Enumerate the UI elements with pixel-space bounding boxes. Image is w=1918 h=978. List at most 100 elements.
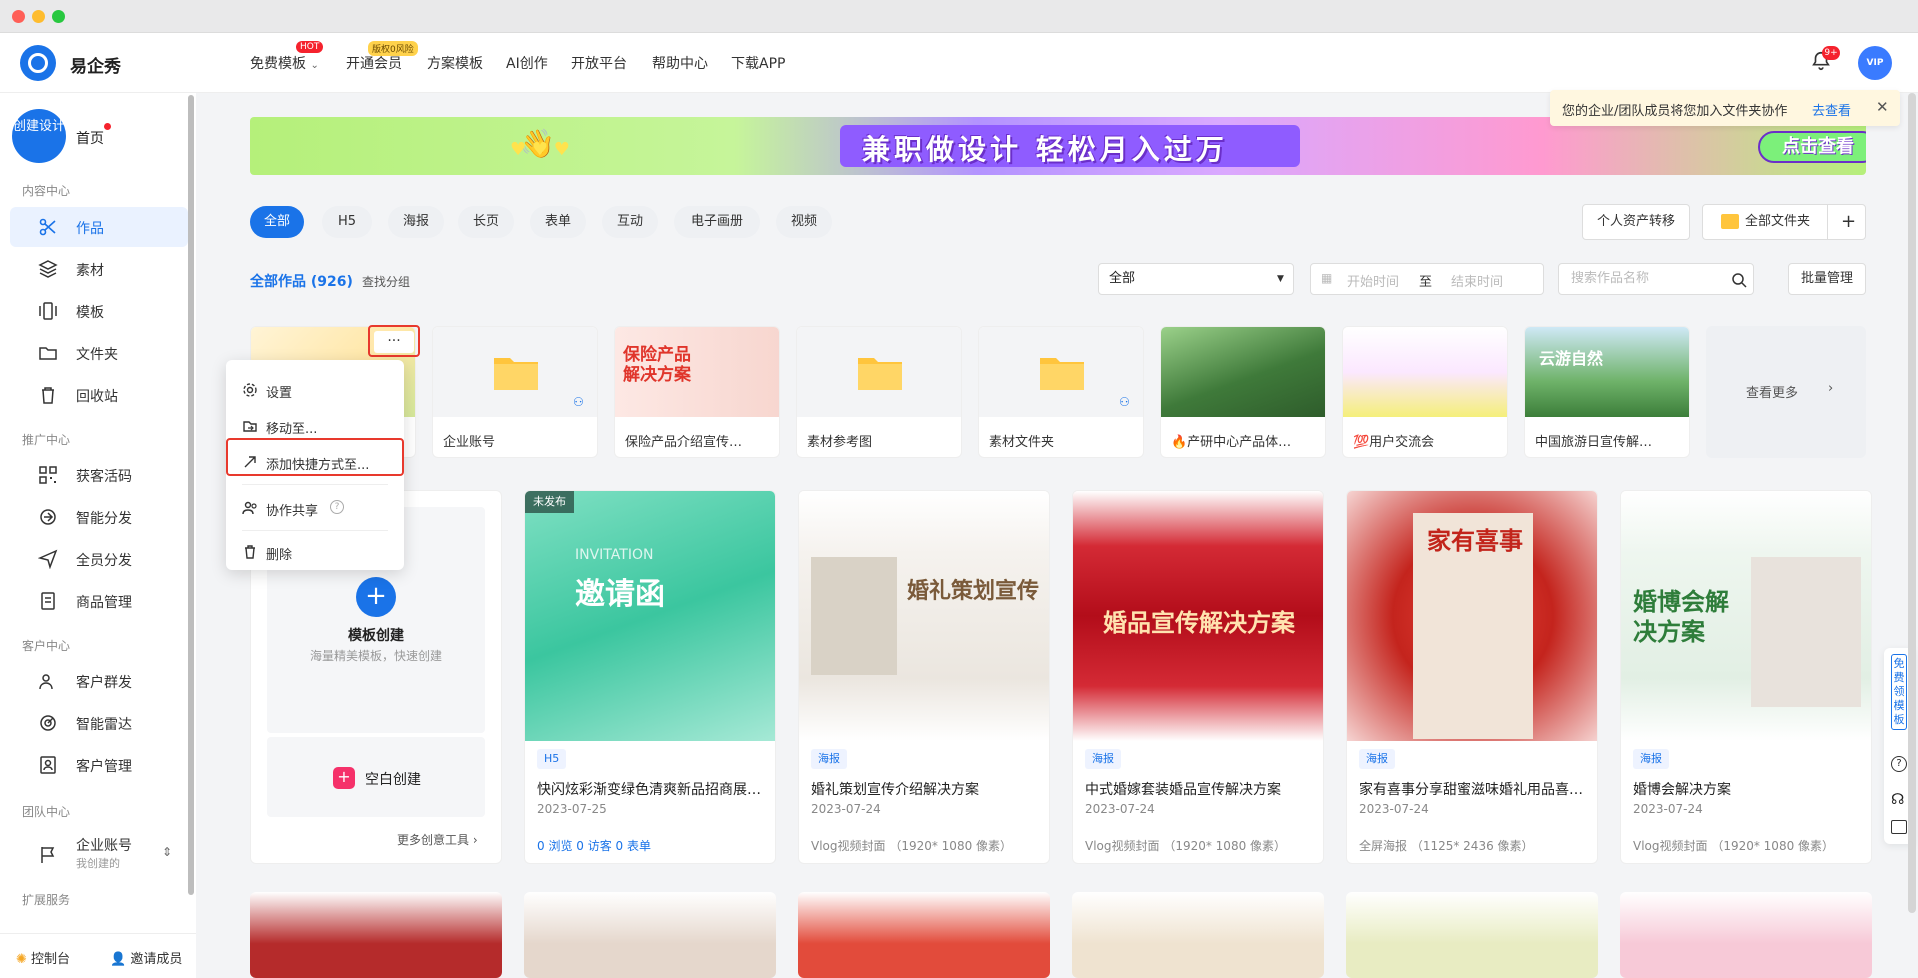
menu-divider bbox=[242, 484, 388, 485]
work-card-partial[interactable] bbox=[524, 892, 776, 978]
feedback-icon[interactable] bbox=[1891, 820, 1907, 834]
tab-long-page[interactable]: 长页 bbox=[458, 206, 514, 238]
work-card-partial[interactable] bbox=[798, 892, 1050, 978]
blank-create-button[interactable]: + 空白创建 bbox=[267, 737, 485, 817]
sidebar-item-works[interactable]: 作品 bbox=[10, 207, 188, 247]
folder-card[interactable]: 保险产品 解决方案 保险产品介绍宣传… bbox=[614, 326, 780, 458]
user-add-icon: 👤 bbox=[110, 952, 127, 967]
close-icon[interactable]: ✕ bbox=[1876, 98, 1889, 116]
date-to: 至 bbox=[1419, 275, 1433, 290]
sidebar-item-folders[interactable]: 文件夹 bbox=[10, 333, 188, 373]
work-card-partial[interactable] bbox=[1620, 892, 1872, 978]
expand-toggle-icon[interactable]: ⇕ bbox=[162, 845, 172, 859]
work-card[interactable]: INVITATION 邀请函 未发布 H5 快闪炫彩渐变绿色清爽新品招商展… 2… bbox=[524, 490, 776, 864]
sidebar-item-recycle-bin[interactable]: 回收站 bbox=[10, 375, 188, 415]
sidebar-item-enterprise-account[interactable]: 企业账号 我创建的 ⇕ bbox=[10, 829, 188, 881]
folder-card[interactable]: 🔥产研中心产品体… bbox=[1160, 326, 1326, 458]
brand-logo-icon[interactable] bbox=[20, 45, 56, 81]
tab-h5[interactable]: H5 bbox=[322, 206, 372, 238]
sidebar-item-smart-distribute[interactable]: 智能分发 bbox=[10, 497, 188, 537]
see-more-card[interactable]: 查看更多 › bbox=[1706, 326, 1866, 458]
work-card[interactable]: 婚品宣传解决方案 海报 中式婚嫁套装婚品宣传解决方案 2023-07-24 Vl… bbox=[1072, 490, 1324, 864]
minimize-window-button[interactable] bbox=[32, 10, 45, 23]
trash-icon bbox=[42, 387, 54, 404]
find-group-link[interactable]: 查找分组 bbox=[362, 273, 410, 290]
asset-transfer-button[interactable]: 个人资产转移 bbox=[1582, 204, 1690, 240]
search-icon[interactable] bbox=[1731, 272, 1747, 288]
sun-icon: ✺ bbox=[16, 952, 27, 967]
folder-card[interactable]: ⚇ 素材文件夹 bbox=[978, 326, 1144, 458]
user-avatar[interactable]: VIP bbox=[1858, 46, 1892, 80]
work-card[interactable]: 家有喜事 海报 家有喜事分享甜蜜滋味婚礼用品喜… 2023-07-24 全屏海报… bbox=[1346, 490, 1598, 864]
work-card[interactable]: 婚博会解决方案 海报 婚博会解决方案 2023-07-24 Vlog视频封面 （… bbox=[1620, 490, 1872, 864]
home-unread-dot bbox=[104, 123, 111, 130]
sidebar-item-materials[interactable]: 素材 bbox=[10, 249, 188, 289]
sidebar-item-customer-broadcast[interactable]: 客户群发 bbox=[10, 661, 188, 701]
tab-form[interactable]: 表单 bbox=[530, 206, 586, 238]
unpublished-tag: 未发布 bbox=[525, 491, 574, 513]
nav-help-center[interactable]: 帮助中心 bbox=[652, 53, 708, 73]
help-icon[interactable]: ? bbox=[1891, 756, 1907, 772]
free-templates-tab[interactable]: 免费领模板 bbox=[1891, 654, 1907, 730]
sidebar-item-product-management[interactable]: 商品管理 bbox=[10, 581, 188, 621]
folder-card[interactable]: 云游自然 中国旅游日宣传解… bbox=[1524, 326, 1690, 458]
more-tools-link[interactable]: 更多创意工具 › bbox=[397, 831, 478, 848]
trash-icon bbox=[245, 545, 255, 559]
folder-icon bbox=[39, 347, 57, 360]
sidebar-item-templates[interactable]: 模板 bbox=[10, 291, 188, 331]
tab-all[interactable]: 全部 bbox=[250, 206, 304, 238]
date-range-picker[interactable]: ▦ 开始时间 至 结束时间 bbox=[1310, 263, 1544, 295]
invite-members-button[interactable]: 👤 邀请成员 bbox=[110, 948, 182, 967]
sidebar-item-customer-management[interactable]: 客户管理 bbox=[10, 745, 188, 785]
batch-manage-button[interactable]: 批量管理 bbox=[1788, 263, 1866, 295]
tab-video[interactable]: 视频 bbox=[776, 206, 832, 238]
folder-thumbnail: ⚇ bbox=[979, 327, 1143, 417]
sidebar-item-all-staff-distribute[interactable]: 全员分发 bbox=[10, 539, 188, 579]
tab-interactive[interactable]: 互动 bbox=[602, 206, 658, 238]
banner-cta-button[interactable]: 点击查看 bbox=[1758, 131, 1866, 163]
plus-icon[interactable]: + bbox=[1841, 205, 1856, 239]
nav-free-templates[interactable]: 免费模板 ⌄ bbox=[250, 53, 319, 73]
nav-membership[interactable]: 开通会员 bbox=[346, 53, 402, 73]
main-scrollbar[interactable] bbox=[1908, 93, 1916, 913]
folder-thumbnail bbox=[797, 327, 961, 417]
folder-card[interactable]: ⚇ 企业账号 bbox=[432, 326, 598, 458]
window-titlebar bbox=[0, 0, 1918, 33]
nav-ai-create[interactable]: AI创作 bbox=[506, 53, 548, 73]
folder-icon bbox=[1721, 214, 1739, 229]
work-card-partial[interactable] bbox=[1346, 892, 1598, 978]
folder-thumbnail: ⚇ bbox=[433, 327, 597, 417]
search-input[interactable]: 搜索作品名称 bbox=[1558, 263, 1754, 295]
work-card-partial[interactable] bbox=[250, 892, 502, 978]
sidebar-item-smart-radar[interactable]: 智能雷达 bbox=[10, 703, 188, 743]
headset-icon[interactable]: ☊ bbox=[1891, 790, 1904, 808]
maximize-window-button[interactable] bbox=[52, 10, 65, 23]
nav-download-app[interactable]: 下载APP bbox=[731, 53, 785, 73]
date-start[interactable]: 开始时间 bbox=[1347, 271, 1399, 290]
sidebar-scrollbar[interactable] bbox=[188, 95, 194, 895]
notice-view-link[interactable]: 去查看 bbox=[1812, 100, 1851, 119]
all-folders-button[interactable]: 全部文件夹 + bbox=[1702, 204, 1866, 240]
work-card-partial[interactable] bbox=[1072, 892, 1324, 978]
tab-poster[interactable]: 海报 bbox=[388, 206, 444, 238]
folder-card[interactable]: 素材参考图 bbox=[796, 326, 962, 458]
contact-icon bbox=[40, 756, 56, 774]
menu-item-delete[interactable]: 删除 bbox=[226, 534, 404, 570]
help-icon[interactable]: ? bbox=[330, 500, 344, 514]
close-window-button[interactable] bbox=[12, 10, 25, 23]
menu-item-collab-share[interactable]: 协作共享 ? bbox=[226, 490, 404, 526]
sidebar-bottom-bar: ✺ 控制台 👤 邀请成员 bbox=[0, 933, 196, 978]
type-select[interactable]: 全部 ▼ bbox=[1098, 263, 1294, 295]
nav-solution-templates[interactable]: 方案模板 bbox=[427, 53, 483, 73]
menu-item-settings[interactable]: 设置 bbox=[226, 372, 404, 408]
nav-open-platform[interactable]: 开放平台 bbox=[571, 53, 627, 73]
folder-card[interactable]: 💯用户交流会 bbox=[1342, 326, 1508, 458]
sidebar-item-home[interactable]: 首页 bbox=[76, 128, 104, 148]
work-card[interactable]: 婚礼策划宣传 海报 婚礼策划宣传介绍解决方案 2023-07-24 Vlog视频… bbox=[798, 490, 1050, 864]
create-design-button[interactable]: 创建设计 bbox=[12, 109, 66, 163]
sidebar-item-lead-qrcode[interactable]: 获客活码 bbox=[10, 455, 188, 495]
tab-e-album[interactable]: 电子画册 bbox=[674, 206, 760, 238]
console-button[interactable]: ✺ 控制台 bbox=[16, 948, 70, 967]
date-end[interactable]: 结束时间 bbox=[1451, 271, 1503, 290]
notice-text: 您的企业/团队成员将您加入文件夹协作 bbox=[1562, 104, 1788, 119]
